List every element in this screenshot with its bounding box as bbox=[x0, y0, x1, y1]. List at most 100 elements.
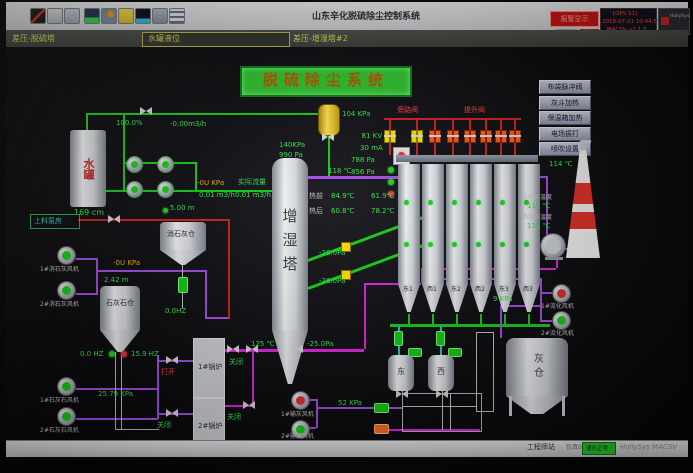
chamber-label: 东2 bbox=[451, 287, 461, 294]
circulation-pump[interactable] bbox=[127, 182, 142, 197]
lime-feeder-hz: 0.0HZ bbox=[165, 308, 186, 316]
status-dot bbox=[404, 200, 409, 205]
valve-icon[interactable] bbox=[243, 401, 255, 410]
pulse-valve-pair[interactable] bbox=[384, 131, 396, 142]
valve-icon[interactable] bbox=[322, 133, 334, 142]
valve-icon[interactable] bbox=[291, 345, 303, 354]
calendar-icon[interactable] bbox=[169, 8, 185, 24]
alarm-display-button[interactable]: 报警显示 bbox=[550, 11, 599, 27]
pipe bbox=[485, 142, 487, 155]
fluidizing-fan-1[interactable] bbox=[553, 285, 570, 302]
pulse-valve-pair[interactable] bbox=[495, 131, 507, 142]
pipe bbox=[96, 270, 206, 272]
point-combo[interactable]: 水罐液位 bbox=[142, 32, 290, 47]
pulse-valve-pair[interactable] bbox=[480, 131, 492, 142]
pulse-valve-pair[interactable] bbox=[411, 131, 423, 142]
status-dot bbox=[388, 167, 394, 173]
valve-icon[interactable] bbox=[166, 356, 178, 365]
circulation-pump[interactable] bbox=[158, 157, 173, 172]
valve-icon[interactable] bbox=[108, 215, 120, 224]
valve-icon[interactable] bbox=[140, 107, 152, 116]
id-fan[interactable] bbox=[541, 234, 565, 258]
esp-rapping-button[interactable]: 电场振打 bbox=[539, 127, 591, 141]
bag-filter-chamber[interactable] bbox=[422, 164, 444, 284]
pipe bbox=[456, 314, 458, 324]
humidifying-tower[interactable]: 增湿塔 bbox=[272, 158, 308, 330]
limestone-silo[interactable]: 石灰石仓 bbox=[100, 286, 140, 330]
heat-row1-label: 热前 bbox=[309, 193, 323, 201]
pipe bbox=[408, 314, 410, 324]
station-label: 工程师站 bbox=[527, 444, 555, 452]
source-box[interactable]: 上料泵房 bbox=[30, 214, 80, 229]
status-dot bbox=[452, 200, 457, 205]
notepad-icon[interactable] bbox=[118, 8, 134, 24]
circulation-pump[interactable] bbox=[127, 157, 142, 172]
pipe bbox=[309, 399, 316, 401]
fluidizing-fan-2[interactable] bbox=[553, 312, 570, 329]
ash-silo[interactable]: 灰仓 bbox=[506, 338, 568, 396]
hand-point-icon[interactable] bbox=[47, 8, 63, 24]
feeder-indicator[interactable] bbox=[178, 277, 188, 293]
valve-state-closed: 关闭 bbox=[229, 359, 243, 367]
line-indicator[interactable] bbox=[394, 331, 403, 346]
lime-fan-1[interactable] bbox=[58, 247, 75, 264]
transfer-vessel-east[interactable]: 东 bbox=[388, 355, 414, 391]
lime-silo[interactable]: 消石灰仓 bbox=[160, 222, 206, 250]
insulation-heating-button[interactable]: 保温箱加热 bbox=[539, 111, 591, 125]
pipe bbox=[86, 113, 88, 131]
fan-label: 1#流化风机 bbox=[541, 304, 574, 311]
bag-filter-chamber[interactable] bbox=[494, 164, 516, 284]
limestone-fan-1[interactable] bbox=[58, 378, 75, 395]
valve-icon[interactable] bbox=[227, 345, 239, 354]
valve-icon[interactable] bbox=[396, 390, 408, 399]
transfer-valve-open[interactable] bbox=[374, 403, 389, 413]
valve-icon[interactable] bbox=[436, 390, 448, 399]
damper-icon[interactable] bbox=[341, 242, 351, 252]
outlet-temp: 114 ℃ bbox=[549, 161, 572, 169]
pipe bbox=[309, 427, 316, 429]
status-dot bbox=[476, 200, 481, 205]
west-hopper-temp: 112 ℃ bbox=[527, 223, 550, 231]
screen-icon[interactable] bbox=[135, 8, 151, 24]
boiler-1-label: 1#锅炉 bbox=[198, 364, 222, 372]
circulation-pump[interactable] bbox=[158, 182, 173, 197]
duct-temp: 118 ℃ bbox=[328, 168, 351, 176]
hand-select-icon[interactable] bbox=[64, 8, 80, 24]
monitor-icon[interactable] bbox=[84, 8, 100, 24]
bag-filter-chamber[interactable] bbox=[470, 164, 492, 284]
pulse-valve-pair[interactable] bbox=[447, 131, 459, 142]
pulse-valve-pair[interactable] bbox=[509, 131, 521, 142]
ash-conveying-fan-1[interactable] bbox=[292, 392, 309, 409]
boiler-1: 1#锅炉 bbox=[193, 338, 225, 398]
spray-pressure: 104 KPa bbox=[342, 111, 370, 119]
damper-icon[interactable] bbox=[341, 270, 351, 280]
line-indicator[interactable] bbox=[436, 331, 445, 346]
bag-filter-chamber[interactable] bbox=[446, 164, 468, 284]
pipe bbox=[182, 265, 183, 277]
pipe bbox=[434, 119, 436, 131]
block-icon[interactable] bbox=[30, 8, 46, 24]
tab-diff-pressure-humidifier[interactable]: 差压-增湿塔#2 bbox=[293, 35, 348, 44]
banner-title: 脱硫除尘系统 bbox=[263, 71, 389, 89]
pulse-valve-pair[interactable] bbox=[429, 131, 441, 142]
water-tank[interactable]: 水罐 bbox=[70, 130, 106, 207]
transfer-valve-closed[interactable] bbox=[374, 424, 389, 434]
transfer-vessel-west[interactable]: 西 bbox=[428, 355, 454, 391]
lime-fan-2[interactable] bbox=[58, 282, 75, 299]
dial-icon[interactable] bbox=[152, 8, 168, 24]
limestone-fan-2[interactable] bbox=[58, 408, 75, 425]
pipe bbox=[205, 317, 230, 319]
tools-icon[interactable] bbox=[101, 8, 117, 24]
pipe bbox=[514, 119, 516, 131]
hopper-heating-button[interactable]: 灰斗加热 bbox=[539, 96, 591, 110]
pipe bbox=[540, 278, 542, 292]
lime-silo-level: 5.00 m bbox=[170, 205, 195, 213]
tab-diff-pressure-tower[interactable]: 差压-脱硫塔 bbox=[12, 35, 55, 44]
bag-pulse-valve-button[interactable]: 布袋脉冲阀 bbox=[539, 80, 591, 94]
bag-filter-chamber[interactable] bbox=[398, 164, 420, 284]
pulse-valve-pair[interactable] bbox=[464, 131, 476, 142]
pipe bbox=[364, 283, 366, 349]
valve-icon[interactable] bbox=[166, 409, 178, 418]
pipe bbox=[228, 219, 230, 318]
pipe bbox=[389, 119, 391, 131]
